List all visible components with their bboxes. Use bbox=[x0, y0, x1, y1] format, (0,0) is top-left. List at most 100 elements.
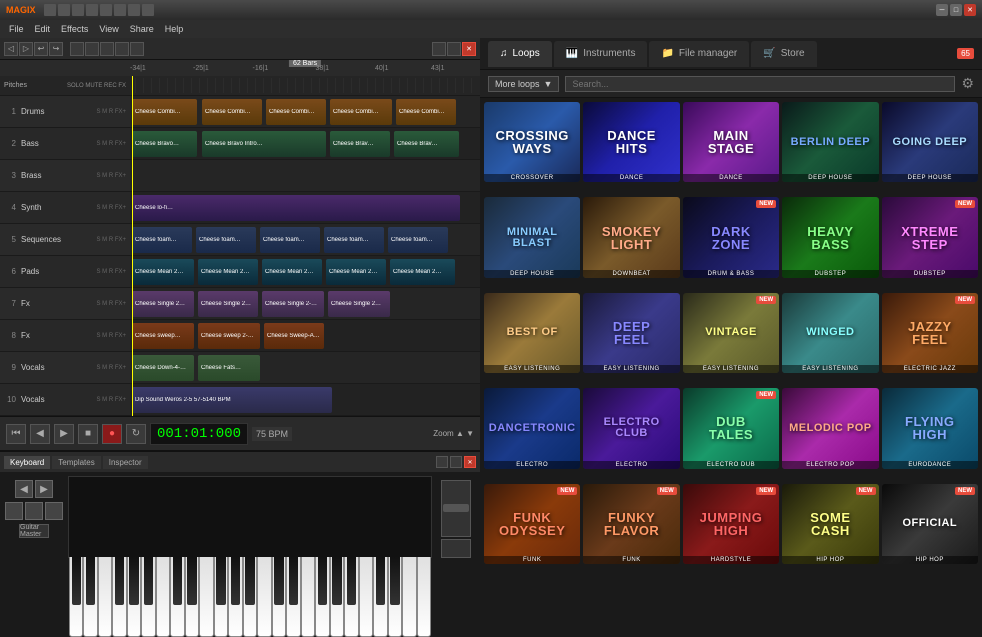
clip-1-3[interactable]: Cheese Combi… bbox=[266, 99, 326, 125]
toolbar-btn-1[interactable] bbox=[70, 42, 84, 56]
menu-share[interactable]: Share bbox=[125, 23, 159, 35]
loop-card-4[interactable]: going deep DEEP HOUSE bbox=[882, 102, 978, 182]
tab-store[interactable]: 🛒 Store bbox=[751, 41, 816, 67]
clip-5-3[interactable]: Cheese foam… bbox=[260, 227, 320, 253]
toolbar-btn-2[interactable] bbox=[85, 42, 99, 56]
loops-dropdown[interactable]: More loops ▼ bbox=[488, 76, 559, 92]
loop-card-17[interactable]: NEW DUBTALES ELECTRO DUB bbox=[683, 388, 779, 468]
white-key-6[interactable] bbox=[156, 557, 170, 637]
tab-loops[interactable]: ♫ Loops bbox=[488, 41, 552, 67]
white-key-15[interactable] bbox=[286, 557, 300, 637]
toolbar-icon-3[interactable]: ↩ bbox=[34, 42, 48, 56]
clip-2-1[interactable]: Cheese Bravo… bbox=[132, 131, 197, 157]
white-key-11[interactable] bbox=[228, 557, 242, 637]
clip-5-5[interactable]: Cheese foam… bbox=[388, 227, 448, 253]
clip-6-4[interactable]: Cheese Mean 2… bbox=[326, 259, 386, 285]
clip-6-5[interactable]: Cheese Mean 2… bbox=[390, 259, 455, 285]
kb-close[interactable]: ✕ bbox=[464, 456, 476, 468]
loop-card-7[interactable]: NEW DARKZONE DRUM & BASS bbox=[683, 197, 779, 277]
clip-1-2[interactable]: Cheese Combi… bbox=[202, 99, 262, 125]
tab-templates[interactable]: Templates bbox=[52, 456, 100, 469]
white-key-23[interactable] bbox=[402, 557, 416, 637]
white-key-16[interactable] bbox=[301, 557, 315, 637]
toolbar-right-2[interactable] bbox=[447, 42, 461, 56]
clip-6-3[interactable]: Cheese Mean 2… bbox=[262, 259, 322, 285]
loop-card-1[interactable]: DANCEHITS DANCE bbox=[583, 102, 679, 182]
white-key-24[interactable] bbox=[417, 557, 431, 637]
rewind-button[interactable]: ⏮ bbox=[6, 424, 26, 444]
clip-5-2[interactable]: Cheese foam… bbox=[196, 227, 256, 253]
clip-7-1[interactable]: Cheese Single 2… bbox=[132, 291, 194, 317]
back-button[interactable]: ◀ bbox=[30, 424, 50, 444]
clip-5-4[interactable]: Cheese foam… bbox=[324, 227, 384, 253]
mod-wheel[interactable] bbox=[441, 539, 471, 558]
white-key-9[interactable] bbox=[199, 557, 213, 637]
clip-7-2[interactable]: Cheese Single 2… bbox=[198, 291, 258, 317]
white-key-21[interactable] bbox=[373, 557, 387, 637]
minimize-button[interactable]: ─ bbox=[936, 4, 948, 16]
white-key-22[interactable] bbox=[388, 557, 402, 637]
clip-5-1[interactable]: Cheese foam… bbox=[132, 227, 192, 253]
settings-gear-icon[interactable]: ⚙ bbox=[961, 75, 974, 92]
loop-card-10[interactable]: BEST OF EASY LISTENING bbox=[484, 293, 580, 373]
tab-instruments[interactable]: 🎹 Instruments bbox=[554, 41, 648, 67]
loop-card-23[interactable]: NEW SOMECASH HIP HOP bbox=[782, 484, 878, 564]
clip-1-1[interactable]: Cheese Combi… bbox=[132, 99, 197, 125]
kb-ctrl-4[interactable] bbox=[25, 502, 43, 520]
loop-card-13[interactable]: WINGED EASY LISTENING bbox=[782, 293, 878, 373]
white-key-13[interactable] bbox=[257, 557, 271, 637]
kb-btn-2[interactable] bbox=[450, 456, 462, 468]
loop-card-14[interactable]: NEW JAZZYFeel ELECTRIC JAZZ bbox=[882, 293, 978, 373]
menu-file[interactable]: File bbox=[4, 23, 29, 35]
white-key-1[interactable] bbox=[83, 557, 97, 637]
kb-btn-1[interactable] bbox=[436, 456, 448, 468]
toolbar-right-1[interactable] bbox=[432, 42, 446, 56]
toolbar-close[interactable]: ✕ bbox=[462, 42, 476, 56]
white-key-12[interactable] bbox=[243, 557, 257, 637]
white-key-4[interactable] bbox=[127, 557, 141, 637]
clip-2-4[interactable]: Cheese Brav… bbox=[394, 131, 459, 157]
white-key-14[interactable] bbox=[272, 557, 286, 637]
clip-9-2[interactable]: Cheese Fats… bbox=[198, 355, 260, 381]
kb-ctrl-6[interactable]: Guitar Master bbox=[19, 524, 49, 538]
maximize-button[interactable]: □ bbox=[950, 4, 962, 16]
toolbar-icon-2[interactable]: ▷ bbox=[19, 42, 33, 56]
loop-card-21[interactable]: NEW FunkyFLAVOR FUNK bbox=[583, 484, 679, 564]
white-key-0[interactable] bbox=[69, 557, 83, 637]
tab-inspector[interactable]: Inspector bbox=[103, 456, 148, 469]
loop-card-8[interactable]: heavybass DUBSTEP bbox=[782, 197, 878, 277]
toolbar-icon-1[interactable]: ◁ bbox=[4, 42, 18, 56]
loop-card-22[interactable]: NEW JUMPINGHIGH HARDSTYLE bbox=[683, 484, 779, 564]
clip-8-3[interactable]: Cheese Sweep-After 4l… bbox=[264, 323, 324, 349]
store-search-input[interactable] bbox=[565, 76, 955, 92]
loop-card-15[interactable]: DANCETRONIC ELECTRO bbox=[484, 388, 580, 468]
loop-card-16[interactable]: ELECTRO CLUB ELECTRO bbox=[583, 388, 679, 468]
white-key-19[interactable] bbox=[344, 557, 358, 637]
white-key-3[interactable] bbox=[112, 557, 126, 637]
piano-keyboard[interactable]: // Generate white keys dynamically .wk {… bbox=[68, 476, 432, 558]
menu-edit[interactable]: Edit bbox=[30, 23, 56, 35]
clip-1-4[interactable]: Cheese Combi… bbox=[330, 99, 392, 125]
clip-2-2[interactable]: Cheese Bravo Intro… bbox=[202, 131, 326, 157]
menu-help[interactable]: Help bbox=[160, 23, 189, 35]
toolbar-btn-5[interactable] bbox=[130, 42, 144, 56]
loop-card-12[interactable]: NEW VINTAGE EASY LISTENING bbox=[683, 293, 779, 373]
menu-effects[interactable]: Effects bbox=[56, 23, 93, 35]
loop-card-2[interactable]: MAINSTAGE DANCE bbox=[683, 102, 779, 182]
white-key-20[interactable] bbox=[359, 557, 373, 637]
white-key-5[interactable] bbox=[141, 557, 155, 637]
white-key-2[interactable] bbox=[98, 557, 112, 637]
clip-1-5[interactable]: Cheese Combi… bbox=[396, 99, 456, 125]
kb-ctrl-5[interactable] bbox=[45, 502, 63, 520]
play-button[interactable]: ▶ bbox=[54, 424, 74, 444]
toolbar-icon-4[interactable]: ↪ bbox=[49, 42, 63, 56]
clip-8-2[interactable]: Cheese sweep 2-HOP… bbox=[198, 323, 260, 349]
close-button[interactable]: ✕ bbox=[964, 4, 976, 16]
clip-8-1[interactable]: Cheese sweep… bbox=[132, 323, 194, 349]
loop-card-0[interactable]: CROSSINGWAYS CROSSOVER bbox=[484, 102, 580, 182]
clip-7-3[interactable]: Cheese Single 2-HOP… bbox=[262, 291, 324, 317]
loop-card-19[interactable]: FLYINGHIGH EURODANCE bbox=[882, 388, 978, 468]
loop-card-3[interactable]: Berlin Deep DEEP HOUSE bbox=[782, 102, 878, 182]
white-key-18[interactable] bbox=[330, 557, 344, 637]
loop-card-20[interactable]: NEW FUNKODYSSEY FUNK bbox=[484, 484, 580, 564]
